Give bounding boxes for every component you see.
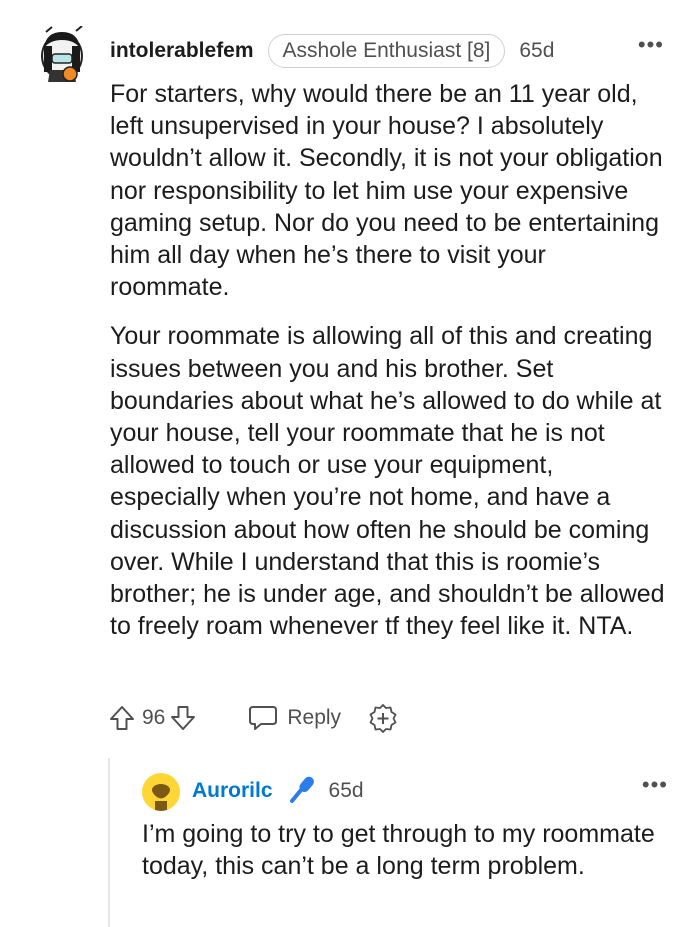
comment-age: 65d (519, 39, 555, 62)
more-options-icon[interactable]: ••• (638, 32, 664, 58)
reply-button[interactable]: Reply (247, 704, 341, 732)
reply-thread: Aurorilc 65d ••• I’m going to try to get… (108, 758, 700, 927)
reply-more-options-icon[interactable]: ••• (642, 772, 668, 798)
reply-header: Aurorilc 65d (192, 775, 364, 807)
upvote-arrow-icon[interactable] (108, 704, 136, 732)
comment-body: For starters, why would there be an 11 y… (110, 78, 670, 659)
reply-label: Reply (287, 706, 342, 729)
user-avatar[interactable] (36, 25, 86, 82)
downvote-arrow-icon[interactable] (169, 704, 197, 732)
award-plus-icon[interactable] (367, 702, 399, 734)
vote-count: 96 (142, 706, 166, 729)
reply-avatar[interactable] (142, 773, 180, 811)
speech-bubble-icon (247, 704, 279, 732)
user-flair: Asshole Enthusiast [8] (267, 34, 506, 68)
reply-username[interactable]: Aurorilc (192, 779, 273, 803)
comment-actions: 96 Reply (108, 700, 399, 736)
reply-age: 65d (328, 779, 364, 802)
comment-paragraph-1: For starters, why would there be an 11 y… (110, 80, 663, 302)
reply-body: I’m going to try to get through to my ro… (142, 820, 655, 880)
comment-header: intolerablefem Asshole Enthusiast [8] 65… (110, 34, 554, 68)
microphone-icon (287, 774, 317, 809)
comment-paragraph-2: Your roommate is allowing all of this an… (110, 322, 665, 641)
comment-username[interactable]: intolerablefem (110, 39, 254, 63)
